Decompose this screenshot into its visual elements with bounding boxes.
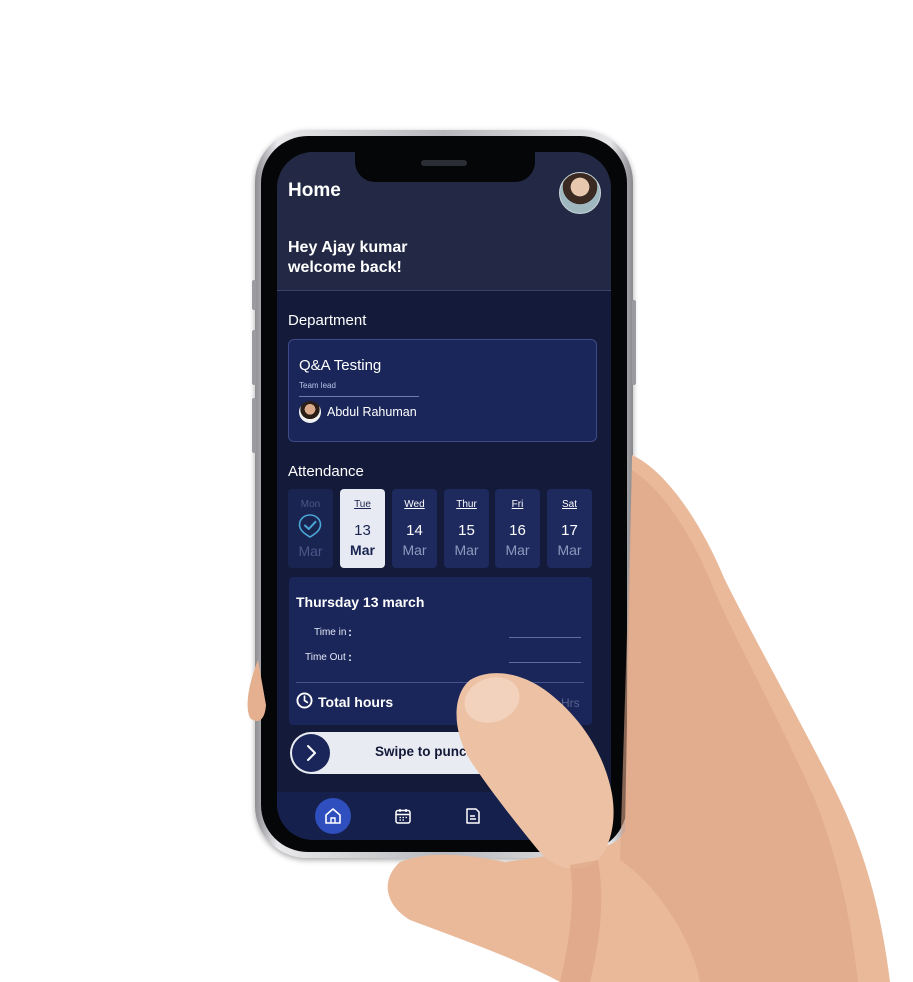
day-name: Thur <box>456 499 477 510</box>
nav-calendar[interactable] <box>385 798 421 834</box>
day-date: 16 <box>509 522 526 539</box>
day-month: Mar <box>557 542 582 558</box>
day-month: Mar <box>505 542 530 558</box>
day-date: 17 <box>561 522 578 539</box>
time-in-value <box>509 637 581 638</box>
app-screen: Home Hey Ajay kumar welcome back! Depart… <box>277 152 611 840</box>
day-date: 14 <box>406 522 423 539</box>
department-section-label: Department <box>288 312 367 329</box>
greeting-line-1: Hey Ajay kumar <box>288 239 408 256</box>
department-name: Q&A Testing <box>299 357 382 374</box>
day-selector: Mon Mar Tue 13 Mar Wed 14 Mar Thur 15 Ma… <box>288 489 595 569</box>
swipe-to-punch-slider[interactable]: Swipe to punch i <box>290 732 593 774</box>
attendance-card: Thursday 13 march Time in : Time Out : T… <box>289 577 592 725</box>
chevron-right-icon <box>307 745 316 761</box>
team-lead-name: Abdul Rahuman <box>327 405 417 419</box>
day-wed[interactable]: Wed 14 Mar <box>392 489 437 568</box>
swipe-handle[interactable] <box>292 734 330 772</box>
team-lead-label: Team lead <box>299 381 336 390</box>
divider <box>296 682 584 683</box>
time-in-label: Time in <box>314 627 347 638</box>
day-month: Mar <box>298 543 323 559</box>
total-hours-label: Total hours <box>318 694 394 710</box>
clock-icon <box>296 692 313 709</box>
selected-date: Thursday 13 march <box>296 594 425 610</box>
volume-down-button <box>252 398 256 453</box>
time-out-label: Time Out <box>305 652 346 663</box>
divider <box>299 396 419 397</box>
day-date: 13 <box>354 522 371 539</box>
power-button <box>632 300 636 385</box>
document-icon <box>466 808 480 824</box>
check-badge-icon <box>298 514 322 538</box>
bottom-nav <box>277 792 611 840</box>
day-month: Mar <box>454 542 479 558</box>
day-name: Wed <box>404 499 425 510</box>
greeting-line-2: welcome back! <box>288 259 402 276</box>
day-month: Mar <box>402 542 427 558</box>
day-name: Sat <box>561 499 577 510</box>
day-month: Mar <box>350 542 375 558</box>
department-card[interactable]: Q&A Testing Team lead Abdul Rahuman <box>288 339 597 442</box>
phone-frame: Home Hey Ajay kumar welcome back! Depart… <box>252 130 636 858</box>
nav-documents[interactable] <box>455 798 491 834</box>
time-out-colon: : <box>348 650 352 664</box>
folder-icon <box>535 810 551 823</box>
attendance-section-label: Attendance <box>288 463 364 480</box>
mute-switch <box>252 280 256 310</box>
day-sat[interactable]: Sat 17 Mar <box>547 489 592 568</box>
day-thur[interactable]: Thur 15 Mar <box>444 489 489 568</box>
day-mon[interactable]: Mon Mar <box>288 489 333 568</box>
greeting: Hey Ajay kumar welcome back! <box>288 238 548 278</box>
volume-up-button <box>252 330 256 385</box>
speaker <box>421 160 467 166</box>
day-tue[interactable]: Tue 13 Mar <box>340 489 385 568</box>
day-name: Tue <box>354 499 371 510</box>
day-fri[interactable]: Fri 16 Mar <box>495 489 540 568</box>
calendar-icon <box>395 809 411 824</box>
time-in-colon: : <box>348 625 352 639</box>
day-date: 15 <box>458 522 475 539</box>
home-icon <box>325 808 341 824</box>
total-hours-unit: Hrs <box>561 696 580 710</box>
profile-avatar[interactable] <box>559 172 601 214</box>
page-title: Home <box>288 180 341 201</box>
time-out-value <box>509 662 581 663</box>
nav-folder[interactable] <box>525 798 561 834</box>
day-name: Mon <box>300 499 321 510</box>
day-name: Fri <box>511 499 524 510</box>
team-lead-avatar <box>299 401 321 423</box>
swipe-label: Swipe to punch i <box>375 744 483 759</box>
nav-home[interactable] <box>315 798 351 834</box>
notch <box>355 152 535 182</box>
